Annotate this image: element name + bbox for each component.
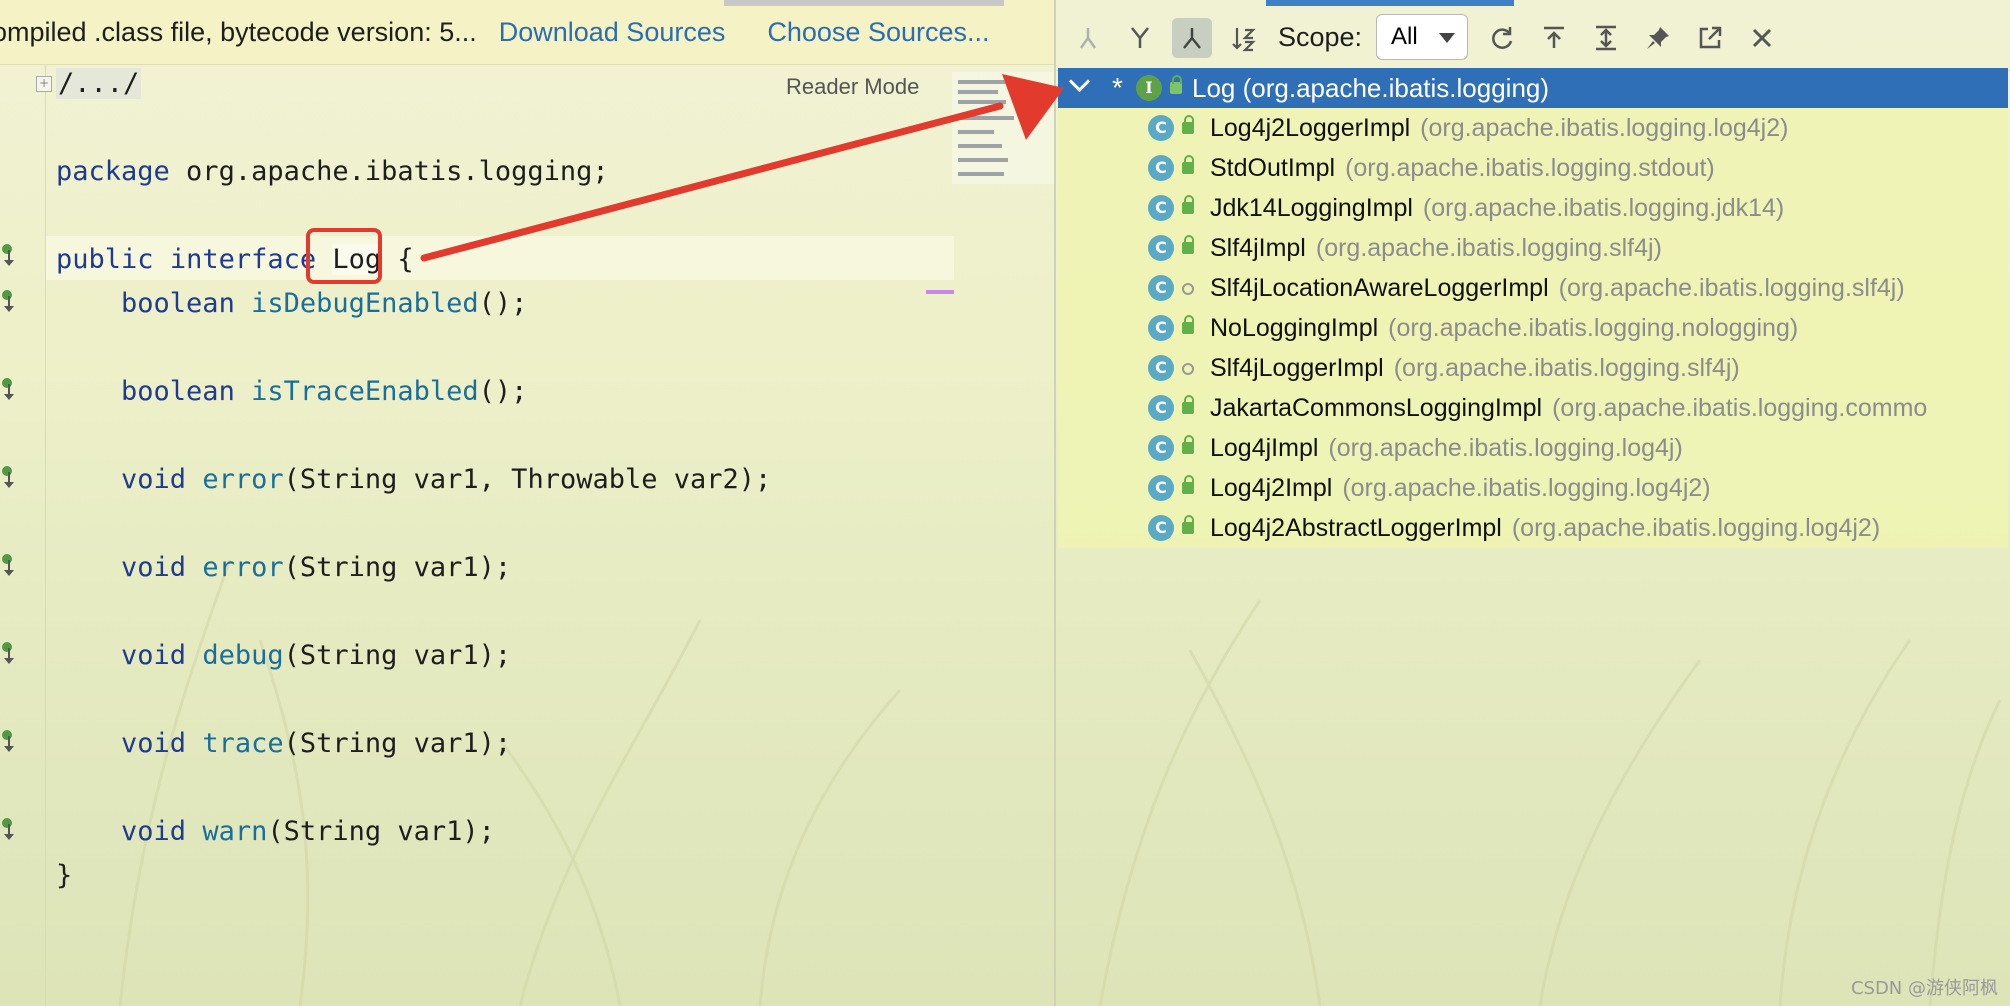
tree-row[interactable]: C Log4jImpl (org.apache.ibatis.logging.log… <box>1058 428 2008 468</box>
hierarchy-toolbar: Scope: All <box>1056 6 2010 71</box>
refresh-icon[interactable] <box>1482 18 1522 58</box>
subtypes-hierarchy-icon[interactable] <box>1172 18 1212 58</box>
code-line-method: void warn(String var1); <box>121 816 495 847</box>
tree-row-label: Log4j2Impl (org.apache.ibatis.logging.log… <box>1210 474 1711 502</box>
minimap[interactable] <box>952 72 1054 184</box>
tree-row-label: NoLoggingImpl (org.apache.ibatis.logging.… <box>1210 314 1799 342</box>
public-access-icon <box>1182 235 1194 254</box>
tree-row-label: Slf4jLoggerImpl (org.apache.ibatis.loggin… <box>1210 354 1740 382</box>
implemented-gutter-icon[interactable] <box>2 818 16 840</box>
code-line-method: boolean isTraceEnabled(); <box>121 376 528 407</box>
class-icon: C <box>1148 115 1174 141</box>
code-line-method: boolean isDebugEnabled(); <box>121 288 528 319</box>
open-in-window-icon[interactable] <box>1690 18 1730 58</box>
tree-row[interactable]: C Slf4jLocationAwareLoggerImpl (org.apache… <box>1058 268 2008 308</box>
download-sources-link[interactable]: Download Sources <box>499 17 726 48</box>
class-icon: C <box>1148 355 1174 381</box>
sort-alphabetically-icon[interactable] <box>1224 18 1264 58</box>
class-icon: C <box>1148 315 1174 341</box>
collapsed-imports[interactable]: /.../ <box>56 68 142 99</box>
base-on-this-class-icon[interactable] <box>1534 18 1574 58</box>
class-icon: C <box>1148 515 1174 541</box>
class-icon: C <box>1148 275 1174 301</box>
supertypes-hierarchy-icon[interactable] <box>1120 18 1160 58</box>
close-icon[interactable] <box>1742 18 1782 58</box>
tree-row-label: Slf4jImpl (org.apache.ibatis.logging.slf4… <box>1210 234 1662 262</box>
banner-message: ompiled .class file, bytecode version: 5… <box>0 16 477 47</box>
code-editor: ompiled .class file, bytecode version: 5… <box>0 0 1054 1006</box>
tree-row[interactable]: C StdOutImpl (org.apache.ibatis.logging.st… <box>1058 148 2008 188</box>
tree-row-label: JakartaCommonsLoggingImpl (org.apache.iba… <box>1210 394 1928 422</box>
tree-root-row[interactable]: * I Log (org.apache.ibatis.logging) <box>1058 68 2008 108</box>
code-line-method: void error(String var1, Throwable var2); <box>121 464 772 495</box>
class-icon: C <box>1148 155 1174 181</box>
public-access-icon <box>1182 195 1194 214</box>
interface-icon: I <box>1136 75 1162 101</box>
public-access-icon <box>1182 115 1194 134</box>
implemented-gutter-icon[interactable] <box>2 290 16 312</box>
editor-gutter <box>0 64 46 1006</box>
implemented-gutter-icon[interactable] <box>2 378 16 400</box>
pin-tab-icon[interactable] <box>1638 18 1678 58</box>
inlay-marker <box>926 290 954 294</box>
public-access-icon <box>1182 315 1194 334</box>
implemented-gutter-icon[interactable] <box>2 466 16 488</box>
public-access-icon <box>1182 395 1194 414</box>
tree-row[interactable]: C Log4j2LoggerImpl (org.apache.ibatis.logg… <box>1058 108 2008 148</box>
public-access-icon <box>1182 515 1194 534</box>
fold-expand-icon[interactable]: + <box>36 76 52 92</box>
code-line-close: } <box>56 860 73 891</box>
class-icon: C <box>1148 395 1174 421</box>
code-line-method: void trace(String var1); <box>121 728 512 759</box>
package-private-icon <box>1182 283 1194 295</box>
code-line-method: void error(String var1); <box>121 552 512 583</box>
tree-row[interactable]: C Log4j2Impl (org.apache.ibatis.logging.lo… <box>1058 468 2008 508</box>
package-private-icon <box>1182 363 1194 375</box>
class-icon: C <box>1148 475 1174 501</box>
class-icon: C <box>1148 235 1174 261</box>
scroll-indicator <box>724 0 1004 6</box>
tree-row[interactable]: C Slf4jLoggerImpl (org.apache.ibatis.loggi… <box>1058 348 2008 388</box>
chevron-down-icon[interactable] <box>1068 70 1091 93</box>
implemented-gutter-icon[interactable] <box>2 642 16 664</box>
class-icon: C <box>1148 435 1174 461</box>
code-line-package: package org.apache.ibatis.logging; <box>56 156 609 187</box>
tree-row-label: StdOutImpl (org.apache.ibatis.logging.std… <box>1210 154 1715 182</box>
scope-dropdown[interactable]: All <box>1376 14 1468 60</box>
expand-all-icon[interactable] <box>1586 18 1626 58</box>
tree-row-label: Slf4jLocationAwareLoggerImpl (org.apache.… <box>1210 274 1905 302</box>
tree-row-label: Log4j2AbstractLoggerImpl (org.apache.ibat… <box>1210 514 1881 542</box>
implemented-gutter-icon[interactable] <box>2 730 16 752</box>
tree-row-label: Log4j2LoggerImpl (org.apache.ibatis.loggi… <box>1210 114 1789 142</box>
class-icon: C <box>1148 195 1174 221</box>
chevron-down-icon <box>1439 33 1455 51</box>
decompiled-banner: ompiled .class file, bytecode version: 5… <box>0 0 1054 65</box>
public-access-icon <box>1182 435 1194 454</box>
public-access-icon <box>1182 475 1194 494</box>
implemented-gutter-icon[interactable] <box>2 554 16 576</box>
root-label: Log (org.apache.ibatis.logging) <box>1192 73 1550 103</box>
tree-row[interactable]: C Slf4jImpl (org.apache.ibatis.logging.slf… <box>1058 228 2008 268</box>
annotation-highlight-box <box>306 228 382 284</box>
root-marker: * <box>1112 72 1123 103</box>
reader-mode-button[interactable]: Reader Mode <box>786 74 919 100</box>
tree-row-label: Jdk14LoggingImpl (org.apache.ibatis.loggi… <box>1210 194 1785 222</box>
scope-label: Scope: <box>1278 22 1363 52</box>
choose-sources-link[interactable]: Choose Sources... <box>767 17 989 48</box>
public-access-icon <box>1182 155 1194 174</box>
tree-row[interactable]: C NoLoggingImpl (org.apache.ibatis.logging… <box>1058 308 2008 348</box>
watermark: CSDN @游侠阿枫 <box>1850 978 1998 999</box>
scope-value: All <box>1391 23 1418 50</box>
tree-row[interactable]: C Jdk14LoggingImpl (org.apache.ibatis.logg… <box>1058 188 2008 228</box>
implemented-gutter-icon[interactable] <box>2 244 16 266</box>
code-line-method: void debug(String var1); <box>121 640 512 671</box>
tree-row-label: Log4jImpl (org.apache.ibatis.logging.log4… <box>1210 434 1683 462</box>
type-hierarchy-icon[interactable] <box>1068 18 1108 58</box>
public-access-icon <box>1170 75 1182 94</box>
tree-row[interactable]: C Log4j2AbstractLoggerImpl (org.apache.iba… <box>1058 508 2008 548</box>
tree-row[interactable]: C JakartaCommonsLoggingImpl (org.apache.ib… <box>1058 388 2008 428</box>
type-hierarchy-panel: Scope: All * I Log (org.apache.ibatis.lo… <box>724 0 2010 1006</box>
